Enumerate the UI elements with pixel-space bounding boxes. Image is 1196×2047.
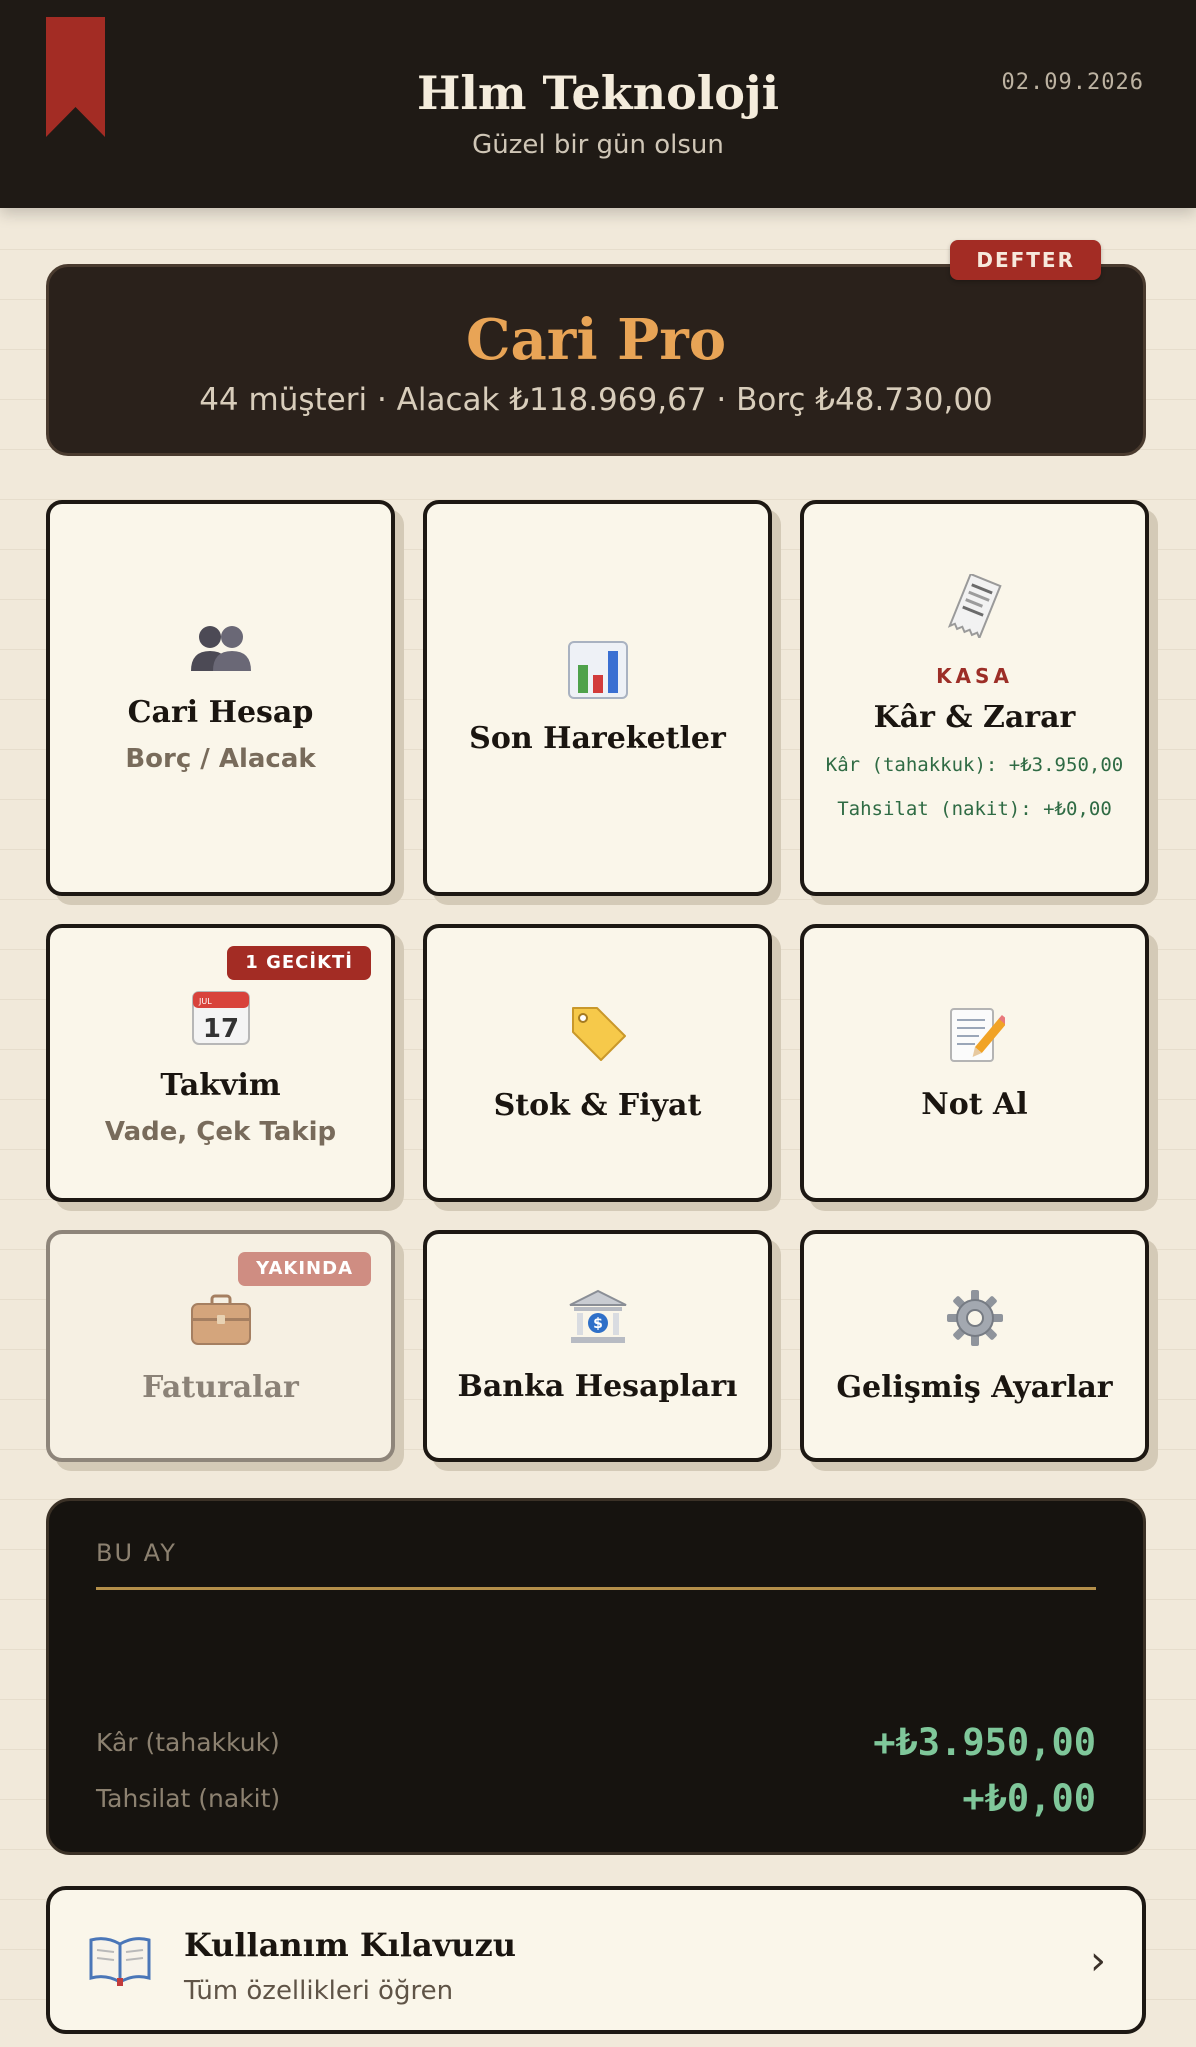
app-title: Cari Pro [465, 307, 727, 373]
chevron-right-icon: › [1090, 1938, 1106, 1984]
collection-cash-text: Tahsilat (nakit): +₺0,00 [837, 797, 1112, 820]
user-guide-button[interactable]: Kullanım Kılavuzu Tüm özellikleri öğren … [46, 1886, 1146, 2034]
card-cari-hesap[interactable]: Cari Hesap Borç / Alacak [46, 500, 395, 896]
month-row-collection: Tahsilat (nakit) +₺0,00 [96, 1777, 1096, 1820]
card-title: Kâr & Zarar [873, 699, 1076, 735]
bar-chart-icon [567, 640, 628, 699]
card-title: Gelişmiş Ayarlar [836, 1369, 1113, 1405]
summary-panel: DEFTER Cari Pro 44 müşteri · Alacak ₺118… [46, 240, 1146, 456]
briefcase-icon [190, 1292, 252, 1348]
row-value: +₺0,00 [962, 1777, 1096, 1820]
row-value: +₺3.950,00 [873, 1721, 1096, 1764]
summary-stats: 44 müşteri · Alacak ₺118.969,67 · Borç ₺… [199, 382, 993, 418]
overdue-badge: 1 GECİKTİ [227, 946, 371, 980]
card-subtitle: Vade, Çek Takip [104, 1117, 337, 1147]
card-kar-zarar[interactable]: KASA Kâr & Zarar Kâr (tahakkuk): +₺3.950… [800, 500, 1149, 896]
card-title: Takvim [160, 1068, 281, 1103]
kasa-label: KASA [936, 663, 1013, 688]
card-gelismis-ayarlar[interactable]: Gelişmiş Ayarlar [800, 1230, 1149, 1462]
card-title: Banka Hesapları [457, 1368, 738, 1404]
guide-subtitle: Tüm özellikleri öğren [184, 1976, 454, 2006]
this-month-panel: BU AY Kâr (tahakkuk) +₺3.950,00 Tahsilat… [46, 1498, 1146, 1855]
receipt-icon [945, 573, 1005, 638]
current-date: 02.09.2026 [1001, 70, 1144, 95]
card-title: Son Hareketler [469, 720, 726, 756]
card-subtitle: Borç / Alacak [125, 743, 316, 774]
app-header: Hlm Teknoloji Güzel bir gün olsun 02.09.… [0, 0, 1196, 208]
card-not-al[interactable]: Not Al [800, 924, 1149, 1202]
month-label: BU AY [96, 1539, 177, 1567]
card-banka-hesaplari[interactable]: $ Banka Hesapları [423, 1230, 772, 1462]
memo-icon [945, 1005, 1005, 1065]
row-label: Kâr (tahakkuk) [96, 1728, 280, 1757]
card-title: Stok & Fiyat [493, 1087, 702, 1123]
price-tag-icon [567, 1004, 629, 1066]
row-label: Tahsilat (nakit) [96, 1784, 281, 1813]
greeting-text: Güzel bir gün olsun [472, 130, 724, 160]
gear-icon [945, 1288, 1005, 1348]
open-book-icon [88, 1934, 152, 1990]
defter-badge: DEFTER [950, 240, 1101, 280]
card-title: Faturalar [142, 1370, 299, 1405]
card-faturalar[interactable]: YAKINDA Faturalar [46, 1230, 395, 1462]
card-son-hareketler[interactable]: Son Hareketler [423, 500, 772, 896]
people-icon [189, 623, 253, 673]
card-takvim[interactable]: 1 GECİKTİ JUL 17 Takvim Vade, Çek Takip [46, 924, 395, 1202]
svg-text:$: $ [593, 1316, 603, 1332]
svg-text:JUL: JUL [198, 997, 212, 1006]
card-title: Not Al [921, 1086, 1028, 1122]
coming-soon-badge: YAKINDA [238, 1252, 371, 1286]
divider [96, 1587, 1096, 1590]
profit-accrual-text: Kâr (tahakkuk): +₺3.950,00 [825, 753, 1124, 776]
calendar-icon: JUL 17 [191, 986, 251, 1046]
svg-text:17: 17 [202, 1014, 238, 1044]
card-title: Cari Hesap [127, 694, 314, 730]
card-stok-fiyat[interactable]: Stok & Fiyat [423, 924, 772, 1202]
month-row-profit: Kâr (tahakkuk) +₺3.950,00 [96, 1721, 1096, 1764]
bank-icon: $ [568, 1289, 628, 1347]
guide-title: Kullanım Kılavuzu [184, 1926, 516, 1964]
